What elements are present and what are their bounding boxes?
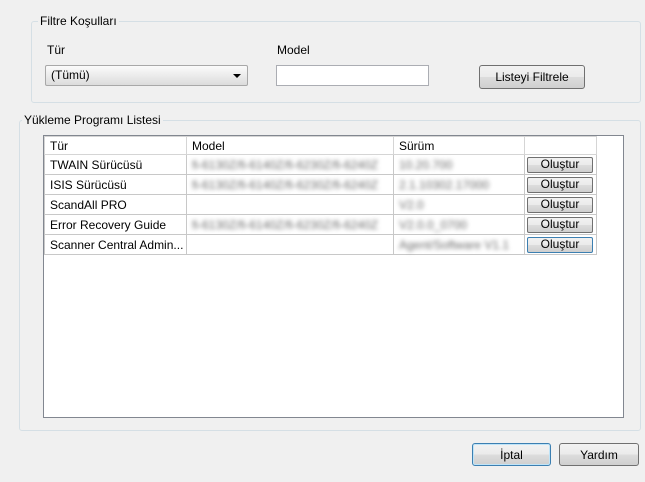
chevron-down-icon [233, 74, 241, 78]
row-model: fi-6130Z/fi-6140Z/fi-6230Z/fi-6240Z [186, 154, 394, 175]
row-tur: Error Recovery Guide [44, 214, 187, 235]
row-surum: 2.1.10302.17000 [393, 174, 525, 195]
create-button[interactable]: Oluştur [527, 156, 593, 173]
create-button[interactable]: Oluştur [527, 216, 593, 233]
column-header-tur[interactable]: Tür [44, 136, 187, 155]
table-row[interactable]: Scanner Central Admin... Agent/Software … [44, 234, 597, 255]
row-tur: ISIS Sürücüsü [44, 174, 187, 195]
setup-program-list-legend: Yükleme Programı Listesi [22, 113, 163, 127]
row-model [186, 194, 394, 215]
table-row[interactable]: ISIS Sürücüsü fi-6130Z/fi-6140Z/fi-6230Z… [44, 174, 597, 195]
tur-select-value: (Tümü) [51, 68, 90, 82]
create-button[interactable]: Oluştur [527, 196, 593, 213]
create-button[interactable]: Oluştur [527, 176, 593, 193]
table-header: Tür Model Sürüm [44, 136, 597, 155]
column-header-action [524, 136, 597, 155]
row-surum: Agent/Software V1.1 [393, 234, 525, 255]
row-surum: 10.20.700 [393, 154, 525, 175]
model-input[interactable] [276, 65, 429, 86]
row-tur: Scanner Central Admin... [44, 234, 187, 255]
filter-conditions-group: Filtre Koşulları [31, 14, 641, 103]
row-surum: V2.0 [393, 194, 525, 215]
table-row[interactable]: TWAIN Sürücüsü fi-6130Z/fi-6140Z/fi-6230… [44, 154, 597, 175]
row-model [186, 234, 394, 255]
table-row[interactable]: Error Recovery Guide fi-6130Z/fi-6140Z/f… [44, 214, 597, 235]
filter-conditions-legend: Filtre Koşulları [38, 14, 119, 28]
column-header-model[interactable]: Model [186, 136, 394, 155]
row-tur: TWAIN Sürücüsü [44, 154, 187, 175]
row-model: fi-6130Z/fi-6140Z/fi-6230Z/fi-6240Z [186, 174, 394, 195]
setup-program-table: Tür Model Sürüm TWAIN Sürücüsü fi-6130Z/… [43, 135, 624, 418]
cancel-button[interactable]: İptal [472, 443, 551, 466]
create-button[interactable]: Oluştur [527, 236, 593, 253]
tur-select[interactable]: (Tümü) [45, 65, 248, 86]
filter-list-button[interactable]: Listeyi Filtrele [479, 65, 585, 89]
table-row[interactable]: ScandAll PRO V2.0 Oluştur [44, 194, 597, 215]
row-tur: ScandAll PRO [44, 194, 187, 215]
column-header-surum[interactable]: Sürüm [393, 136, 525, 155]
model-label: Model [277, 43, 310, 57]
row-surum: V2.0.0_0700 [393, 214, 525, 235]
tur-label: Tür [47, 43, 65, 57]
row-model: fi-6130Z/fi-6140Z/fi-6230Z/fi-6240Z [186, 214, 394, 235]
help-button[interactable]: Yardım [559, 443, 639, 466]
